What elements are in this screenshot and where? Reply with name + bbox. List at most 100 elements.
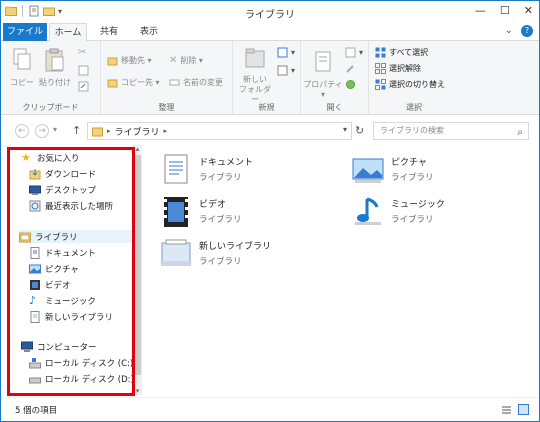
nav-computer[interactable]: コンピューター <box>21 341 97 353</box>
paste-shortcut-icon <box>78 81 89 92</box>
easy-access-button[interactable]: ▾ <box>277 65 295 76</box>
forward-button[interactable]: → <box>35 124 49 138</box>
music-library-icon <box>355 197 381 225</box>
library-icon <box>92 127 103 136</box>
address-dropdown-icon[interactable]: ▾ <box>343 125 347 134</box>
address-bar-row: ← → ▾ ↑ ▸ ライブラリ ▸ ▾ ↻ ライブラリの検索 ⌕ <box>1 115 539 145</box>
music-note-icon: ♪ <box>29 294 37 307</box>
search-icon[interactable]: ⌕ <box>517 125 523 141</box>
nav-disk-c-label: ローカル ディスク (C:) <box>45 359 134 369</box>
refresh-icon[interactable]: ↻ <box>355 124 364 137</box>
invert-selection-icon <box>375 79 386 90</box>
copy-path-button[interactable] <box>78 65 89 76</box>
nav-recent-places[interactable]: 最近表示した場所 <box>29 200 113 212</box>
nav-downloads[interactable]: ダウンロード <box>29 168 96 180</box>
copy-icon <box>13 48 31 70</box>
breadcrumb-arrow-icon: ▸ <box>163 127 168 135</box>
address-input[interactable]: ▸ ライブラリ ▸ ▾ <box>87 122 352 140</box>
nav-favorites-label: お気に入り <box>37 154 80 164</box>
ribbon: コピー 貼り付け ✂ クリップボード 移動先 ▾ コピー先 ▾ ✕ 削除 ▾ 名前… <box>1 41 539 115</box>
library-item-music[interactable]: ミュージック ライブラリ <box>351 195 445 229</box>
move-to-button[interactable]: 移動先 ▾ <box>107 55 152 66</box>
nav-documents-label: ドキュメント <box>45 249 97 259</box>
search-input[interactable]: ライブラリの検索 ⌕ <box>373 122 529 140</box>
library-item-pictures[interactable]: ピクチャ ライブラリ <box>351 153 434 187</box>
history-button[interactable] <box>345 79 356 90</box>
scroll-up-icon[interactable]: ▴ <box>133 145 142 153</box>
nav-local-disk-d[interactable]: ローカル ディスク (D:) <box>29 373 134 385</box>
nav-scrollbar[interactable]: ▴ ▾ <box>133 145 142 395</box>
group-label-clipboard: クリップボード <box>22 103 79 112</box>
nav-new-library[interactable]: 新しいライブラリ <box>29 311 113 323</box>
library-item-documents[interactable]: ドキュメント ライブラリ <box>159 153 253 187</box>
library-name: 新しいライブラリ <box>199 242 272 252</box>
nav-desktop[interactable]: デスクトップ <box>29 184 96 196</box>
open-button[interactable]: ▾ <box>345 47 363 58</box>
recent-locations-icon[interactable]: ▾ <box>53 125 57 134</box>
library-name: ビデオ <box>199 200 227 210</box>
nav-pictures[interactable]: ピクチャ <box>29 263 79 275</box>
cut-button[interactable]: ✂ <box>78 47 86 58</box>
delete-button[interactable]: ✕ 削除 ▾ <box>169 55 203 66</box>
history-icon <box>346 80 355 89</box>
drive-icon <box>29 377 41 384</box>
paste-button[interactable]: 貼り付け <box>39 47 71 88</box>
open-icon <box>345 47 356 58</box>
tab-share[interactable]: 共有 <box>93 23 125 41</box>
nav-videos[interactable]: ビデオ <box>29 279 71 291</box>
easy-access-icon <box>277 65 288 76</box>
new-folder-button[interactable]: 新しい フォルダー <box>237 45 273 105</box>
window-controls: — ☐ ✕ <box>475 4 533 17</box>
group-label-select: 選択 <box>406 103 422 112</box>
view-switcher <box>501 404 529 415</box>
documents-library-icon <box>164 154 188 184</box>
properties-big-icon <box>315 51 331 72</box>
group-label-open: 開く <box>326 103 343 112</box>
library-name: ドキュメント <box>199 158 254 168</box>
back-button[interactable]: ← <box>15 124 29 138</box>
tab-view[interactable]: 表示 <box>133 23 165 41</box>
select-all-button[interactable]: すべて選択 <box>375 47 428 58</box>
properties-button[interactable]: プロパティ ▾ <box>303 49 343 99</box>
scroll-down-icon[interactable]: ▾ <box>133 387 142 395</box>
nav-libraries-label: ライブラリ <box>35 232 78 243</box>
nav-desktop-label: デスクトップ <box>45 186 97 196</box>
select-none-button[interactable]: 選択解除 <box>375 63 421 74</box>
large-icons-view-icon[interactable] <box>518 404 529 415</box>
new-item-button[interactable]: ▾ <box>277 47 295 58</box>
copy-to-button[interactable]: コピー先 ▾ <box>107 77 160 88</box>
maximize-icon[interactable]: ☐ <box>500 4 510 17</box>
tab-file[interactable]: ファイル <box>3 23 47 41</box>
nav-local-disk-c[interactable]: ローカル ディスク (C:) <box>29 357 133 369</box>
invert-selection-button[interactable]: 選択の切り替え <box>375 79 445 90</box>
breadcrumb-libraries[interactable]: ライブラリ <box>115 125 160 138</box>
nav-libraries[interactable]: ライブラリ <box>19 230 135 243</box>
copy-label: コピー <box>10 78 34 87</box>
scroll-thumb[interactable] <box>134 155 141 375</box>
library-type: ライブラリ <box>391 215 434 225</box>
nav-music[interactable]: ♪ ミュージック <box>29 294 96 308</box>
paste-icon <box>45 48 64 72</box>
rename-button[interactable]: 名前の変更 <box>169 77 223 88</box>
nav-disk-d-label: ローカル ディスク (D:) <box>45 375 134 385</box>
delete-label: 削除 ▾ <box>180 56 203 65</box>
group-label-new: 新規 <box>258 103 275 112</box>
up-button[interactable]: ↑ <box>72 124 81 137</box>
edit-button[interactable] <box>345 63 356 74</box>
nav-favorites[interactable]: ★ お気に入り <box>21 152 80 165</box>
details-view-icon[interactable] <box>501 404 512 415</box>
new-folder-label: 新しい フォルダー <box>239 75 271 104</box>
library-item-videos[interactable]: ビデオ ライブラリ <box>159 195 242 229</box>
tab-home[interactable]: ホーム <box>49 23 87 41</box>
library-item-new-library[interactable]: 新しいライブラリ ライブラリ <box>159 237 271 271</box>
copy-button[interactable]: コピー <box>9 47 35 88</box>
nav-documents[interactable]: ドキュメント <box>29 247 96 259</box>
copy-to-label: コピー先 ▾ <box>121 78 160 87</box>
minimize-icon[interactable]: — <box>475 4 486 17</box>
expand-ribbon-icon[interactable]: ⌄ <box>505 25 513 37</box>
help-icon[interactable]: ? <box>521 25 533 37</box>
paste-shortcut-button[interactable] <box>78 81 89 92</box>
close-icon[interactable]: ✕ <box>524 4 533 17</box>
computer-icon <box>21 341 33 352</box>
nav-videos-label: ビデオ <box>45 281 71 291</box>
